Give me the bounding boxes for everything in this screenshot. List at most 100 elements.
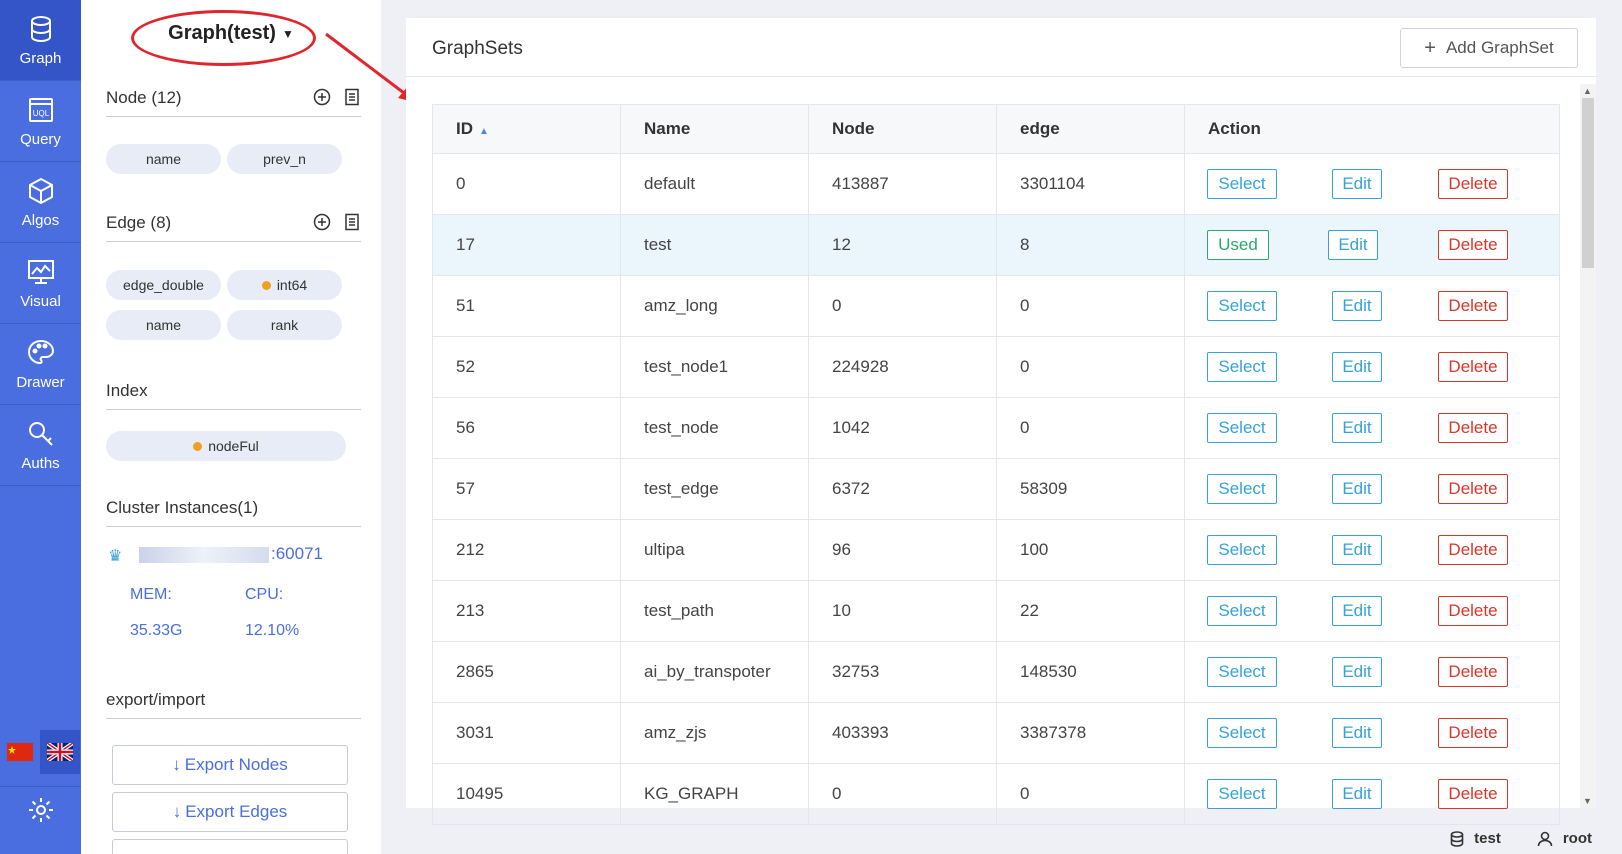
cell-action: Select Edit Delete [1184, 397, 1560, 459]
pill-label: int64 [276, 277, 308, 293]
select-button[interactable]: Select [1207, 535, 1277, 565]
footer-user-name: root [1562, 830, 1592, 847]
select-button[interactable]: Select [1207, 169, 1277, 199]
pill-label: edge_double [123, 277, 204, 293]
document-icon[interactable] [343, 213, 361, 231]
pill-label: name [145, 317, 182, 333]
col-edge: edge [996, 104, 1185, 154]
edit-button[interactable]: Edit [1332, 657, 1382, 687]
add-graphset-button[interactable]: + Add GraphSet [1400, 28, 1578, 68]
graphsets-table: ID ▲ Name Node edge Action 0 default 413887… [432, 104, 1560, 825]
edit-button[interactable]: Edit [1328, 230, 1378, 260]
delete-button[interactable]: Delete [1438, 535, 1508, 565]
nav-item-visual[interactable]: Visual [0, 243, 81, 324]
add-circle-icon[interactable] [313, 213, 331, 231]
flag-uk-icon[interactable] [40, 730, 80, 774]
col-id[interactable]: ID ▲ [432, 104, 621, 154]
nav-item-algos[interactable]: Algos [0, 162, 81, 243]
edge-prop-pill[interactable]: name [106, 310, 221, 340]
select-button[interactable]: Select [1207, 779, 1277, 809]
edit-button[interactable]: Edit [1332, 169, 1382, 199]
cell-action: Select Edit Delete [1184, 519, 1560, 581]
edit-button[interactable]: Edit [1332, 291, 1382, 321]
import-button[interactable] [112, 839, 348, 854]
cell-node: 0 [808, 275, 997, 337]
edge-section-header: Edge (8) [106, 213, 361, 242]
select-button[interactable]: Select [1207, 352, 1277, 382]
svg-text:UQL: UQL [32, 109, 49, 118]
select-button[interactable]: Select [1207, 291, 1277, 321]
button-label: Add GraphSet [1445, 38, 1554, 57]
crown-icon: ♛ [108, 548, 123, 565]
delete-button[interactable]: Delete [1438, 779, 1508, 809]
nav-item-auths[interactable]: Auths [0, 405, 81, 486]
sort-icon[interactable]: ▲ [479, 126, 489, 137]
delete-button[interactable]: Delete [1438, 352, 1508, 382]
flag-cn-icon[interactable] [0, 730, 40, 774]
table-row: 2865 ai_by_transpoter 32753 148530 Select Edi… [432, 641, 1560, 703]
used-button[interactable]: Used [1207, 230, 1269, 260]
select-button[interactable]: Select [1207, 718, 1277, 748]
current-graph: test [1450, 830, 1501, 847]
cell-edge: 22 [996, 580, 1185, 642]
cluster-section-header: Cluster Instances(1) [106, 498, 361, 527]
database-icon [1450, 830, 1464, 847]
delete-button[interactable]: Delete [1438, 657, 1508, 687]
nav-item-graph[interactable]: Graph [0, 0, 81, 81]
select-button[interactable]: Select [1207, 657, 1277, 687]
table-row: 0 default 413887 3301104 Select Edit Delete [432, 153, 1560, 215]
uql-icon: UQL [28, 97, 53, 122]
instance-address: :60071 [139, 544, 323, 564]
edge-prop-pill[interactable]: edge_double [106, 270, 221, 300]
cell-action: Select Edit Delete [1184, 275, 1560, 337]
edit-button[interactable]: Edit [1332, 352, 1382, 382]
cell-edge: 0 [996, 397, 1185, 459]
edit-button[interactable]: Edit [1332, 535, 1382, 565]
cell-action: Select Edit Delete [1184, 580, 1560, 642]
scroll-up-icon[interactable]: ▲ [1583, 86, 1592, 96]
delete-button[interactable]: Delete [1438, 596, 1508, 626]
footer-graph-name: test [1474, 830, 1501, 847]
select-button[interactable]: Select [1207, 413, 1277, 443]
indexed-dot-icon [261, 280, 271, 290]
button-label: Export Nodes [184, 755, 288, 774]
edit-button[interactable]: Edit [1332, 718, 1382, 748]
current-user: root [1537, 830, 1592, 847]
delete-button[interactable]: Delete [1438, 230, 1508, 260]
delete-button[interactable]: Delete [1438, 291, 1508, 321]
node-prop-pill[interactable]: prev_n [227, 144, 342, 174]
cell-node: 413887 [808, 153, 997, 215]
edit-button[interactable]: Edit [1332, 596, 1382, 626]
export-nodes-button[interactable]: ↓ Export Nodes [112, 745, 348, 785]
palette-icon [27, 339, 54, 364]
scroll-thumb[interactable] [1582, 98, 1594, 268]
scrollbar[interactable]: ▲ ▼ [1580, 84, 1596, 808]
edge-prop-pill[interactable]: int64 [227, 270, 342, 300]
pill-label: name [145, 151, 182, 167]
delete-button[interactable]: Delete [1438, 474, 1508, 504]
table-row: 52 test_node1 224928 0 Select Edit Delete [432, 336, 1560, 398]
cell-node: 96 [808, 519, 997, 581]
edit-button[interactable]: Edit [1332, 474, 1382, 504]
table-row: 17 test 12 8 Used Edit Delete [432, 214, 1560, 276]
node-prop-pill[interactable]: name [106, 144, 221, 174]
mem-label: MEM: [130, 586, 172, 603]
delete-button[interactable]: Delete [1438, 718, 1508, 748]
edge-prop-pill[interactable]: rank [227, 310, 342, 340]
edit-button[interactable]: Edit [1332, 779, 1382, 809]
table-header-row: ID ▲ Name Node edge Action [432, 104, 1560, 154]
delete-button[interactable]: Delete [1438, 169, 1508, 199]
delete-button[interactable]: Delete [1438, 413, 1508, 443]
nav-item-drawer[interactable]: Drawer [0, 324, 81, 405]
cell-node: 6372 [808, 458, 997, 520]
graph-info-panel: Graph(test) ▼ Node (12) name prev_n Edge … [81, 0, 381, 854]
pill-label: prev_n [263, 151, 306, 167]
settings-button[interactable] [0, 786, 81, 832]
select-button[interactable]: Select [1207, 596, 1277, 626]
select-button[interactable]: Select [1207, 474, 1277, 504]
export-edges-button[interactable]: ↓ Export Edges [112, 792, 348, 832]
edit-button[interactable]: Edit [1332, 413, 1382, 443]
nav-item-query[interactable]: UQL Query [0, 81, 81, 162]
scroll-down-icon[interactable]: ▼ [1583, 796, 1592, 806]
index-pill[interactable]: nodeFul [106, 431, 346, 461]
